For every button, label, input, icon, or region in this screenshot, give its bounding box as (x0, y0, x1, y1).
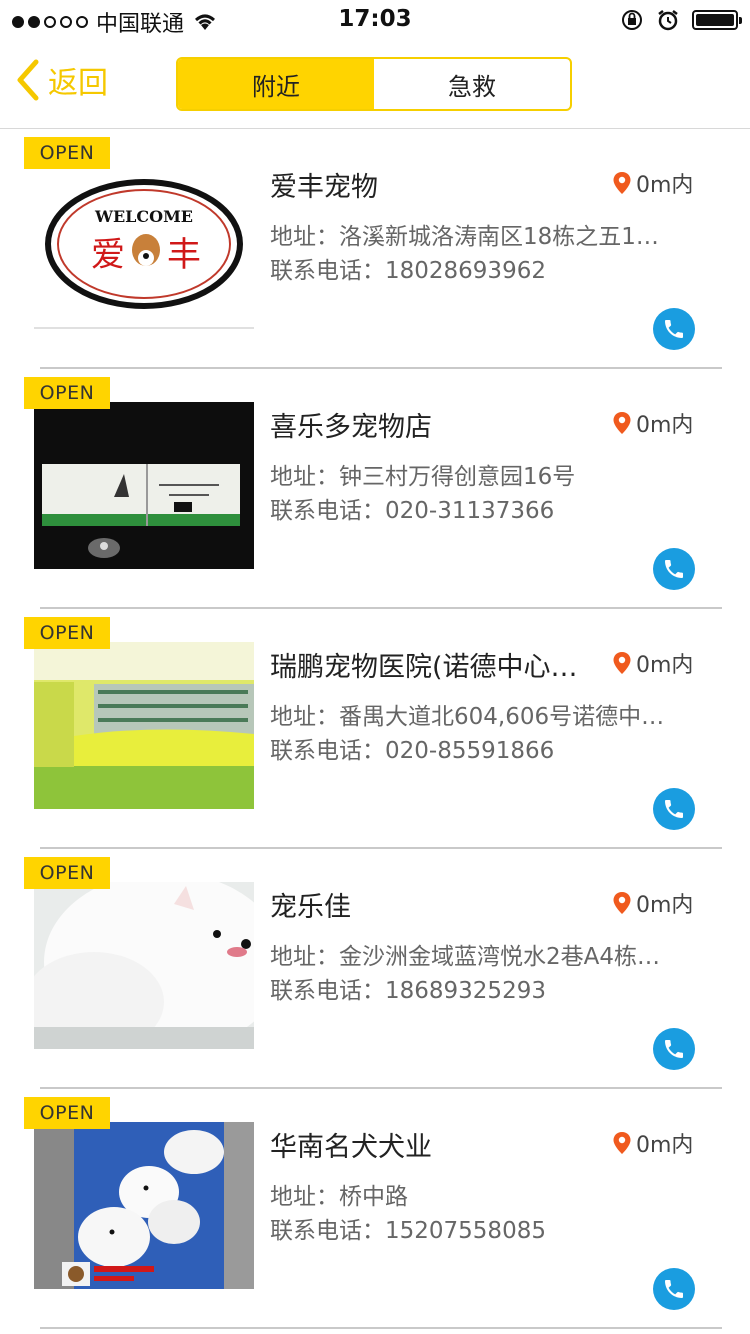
nav-bar: 返回 附近 急救 (0, 40, 750, 129)
battery-icon (692, 10, 742, 30)
shop-phone: 联系电话：18028693962 (270, 258, 546, 284)
call-button[interactable] (653, 308, 695, 350)
distance-text: 0m内 (636, 893, 694, 918)
shop-address: 地址：金沙洲金域蓝湾悦水2巷A4栋… (270, 944, 661, 970)
list-item[interactable]: WELCOME 爱 丰 OPEN 爱丰宠物 0m内 地址：洛溪新城洛涛南区18栋… (0, 129, 750, 369)
distance: 0m内 (612, 407, 693, 439)
open-badge: OPEN (24, 377, 110, 409)
open-badge: OPEN (24, 137, 110, 169)
location-pin-icon (613, 652, 631, 674)
shop-phone: 联系电话：020-85591866 (270, 738, 555, 764)
shop-list: WELCOME 爱 丰 OPEN 爱丰宠物 0m内 地址：洛溪新城洛涛南区18栋… (0, 129, 750, 1329)
call-button[interactable] (653, 548, 695, 590)
distance-text: 0m内 (636, 1133, 694, 1158)
logo-welcome-text: WELCOME (94, 207, 193, 226)
phone-icon (665, 1280, 683, 1298)
open-badge: OPEN (24, 1097, 110, 1129)
tab-nearby[interactable]: 附近 (178, 59, 374, 109)
back-label: 返回 (48, 66, 108, 101)
shop-address: 地址：番禺大道北604,606号诺德中… (270, 704, 665, 730)
list-item[interactable]: OPEN 喜乐多宠物店 0m内 地址：钟三村万得创意园16号 联系电话：020-… (0, 369, 750, 609)
shop-address: 地址：桥中路 (270, 1184, 408, 1210)
call-button[interactable] (653, 1268, 695, 1310)
shop-phone: 联系电话：18689325293 (270, 978, 546, 1004)
location-pin-icon (613, 892, 631, 914)
shop-name: 瑞鹏宠物医院(诺德中心… (270, 652, 578, 683)
call-button[interactable] (653, 788, 695, 830)
shop-name: 华南名犬犬业 (270, 1132, 432, 1163)
segmented-control: 附近 急救 (176, 57, 572, 111)
shop-photo (34, 1122, 254, 1289)
distance-text: 0m内 (636, 413, 694, 438)
logo-char-left: 爱 (91, 235, 125, 275)
status-bar: 中国联通 17:03 (0, 0, 750, 40)
shop-photo (34, 882, 254, 1049)
shop-photo (34, 402, 254, 569)
open-badge: OPEN (24, 857, 110, 889)
distance: 0m内 (612, 887, 693, 919)
shop-photo (34, 642, 254, 809)
phone-icon (665, 1040, 683, 1058)
phone-icon (665, 320, 683, 338)
distance: 0m内 (612, 1127, 693, 1159)
shop-phone: 联系电话：15207558085 (270, 1218, 546, 1244)
divider (40, 1327, 722, 1329)
shop-name: 宠乐佳 (270, 892, 351, 923)
open-badge: OPEN (24, 617, 110, 649)
location-pin-icon (613, 172, 631, 194)
shop-phone: 联系电话：020-31137366 (270, 498, 555, 524)
distance: 0m内 (612, 647, 693, 679)
shop-name: 爱丰宠物 (270, 172, 378, 203)
list-item[interactable]: OPEN 瑞鹏宠物医院(诺德中心… 0m内 地址：番禺大道北604,606号诺德… (0, 609, 750, 849)
distance-text: 0m内 (636, 173, 694, 198)
location-pin-icon (613, 412, 631, 434)
chevron-left-icon (17, 59, 39, 101)
call-button[interactable] (653, 1028, 695, 1070)
alarm-icon (658, 10, 678, 31)
logo-char-right: 丰 (167, 235, 201, 275)
phone-icon (665, 560, 683, 578)
shop-name: 喜乐多宠物店 (270, 412, 432, 443)
distance-text: 0m内 (636, 653, 694, 678)
shop-address: 地址：钟三村万得创意园16号 (270, 464, 576, 490)
orientation-lock-icon (622, 10, 642, 30)
location-pin-icon (613, 1132, 631, 1154)
list-item[interactable]: OPEN 宠乐佳 0m内 地址：金沙洲金域蓝湾悦水2巷A4栋… 联系电话：186… (0, 849, 750, 1089)
phone-icon (665, 800, 683, 818)
back-button[interactable]: 返回 (14, 58, 108, 102)
list-item[interactable]: OPEN 华南名犬犬业 0m内 地址：桥中路 联系电话：15207558085 (0, 1089, 750, 1329)
distance: 0m内 (612, 167, 693, 199)
shop-address: 地址：洛溪新城洛涛南区18栋之五1… (270, 224, 659, 250)
shop-photo: WELCOME 爱 丰 (34, 162, 254, 329)
tab-emergency[interactable]: 急救 (374, 59, 570, 109)
